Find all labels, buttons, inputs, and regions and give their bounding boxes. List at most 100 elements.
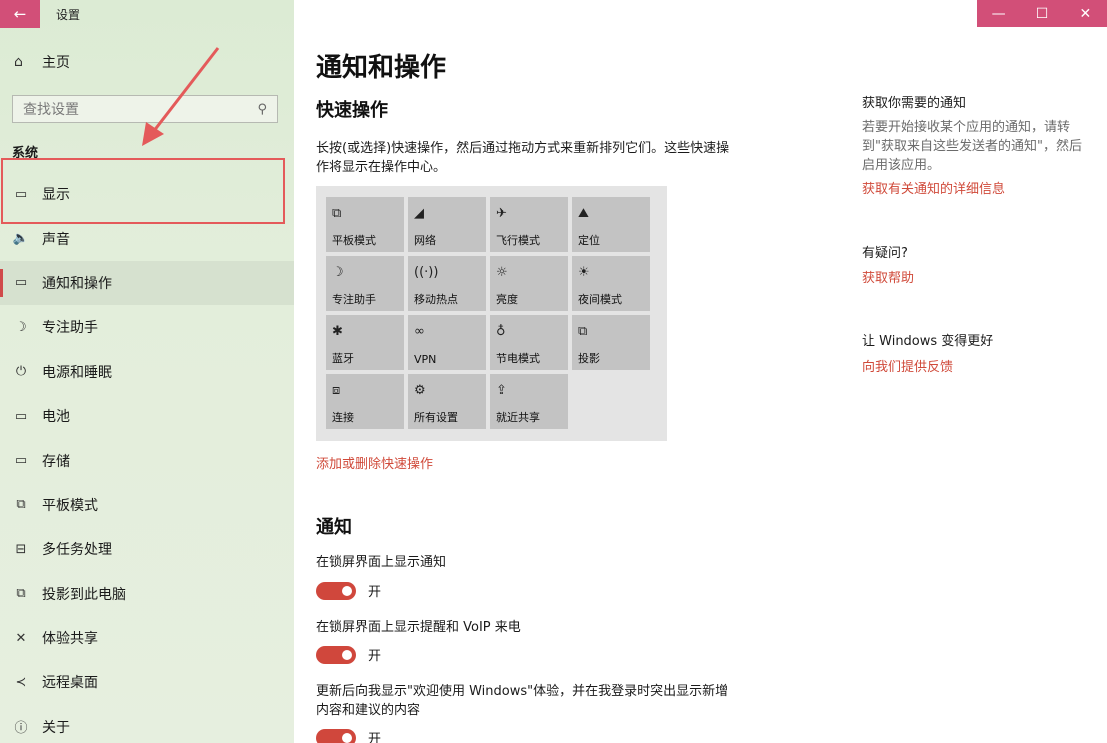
tile-label: 连接 — [332, 411, 354, 424]
close-button[interactable]: ✕ — [1064, 0, 1107, 27]
home-icon: ⌂ — [14, 54, 23, 70]
tablet-icon: ⧉ — [332, 206, 342, 221]
tile-battery-saver[interactable]: ♁ 节电模式 — [490, 315, 568, 370]
share-icon: ✕ — [15, 630, 27, 646]
sidebar-item-label: 关于 — [42, 719, 70, 736]
moon-icon: ☽ — [332, 265, 344, 280]
window-title: 设置 — [56, 7, 81, 22]
sidebar-item-tablet-mode[interactable]: ⧉ 平板模式 — [0, 483, 294, 527]
give-feedback-link[interactable]: 向我们提供反馈 — [862, 356, 953, 375]
gear-icon: ⚙ — [414, 383, 426, 398]
tile-label: 平板模式 — [332, 234, 376, 247]
moon-icon: ☽ — [15, 319, 27, 335]
notification-details-link[interactable]: 获取有关通知的详细信息 — [862, 178, 1005, 197]
tile-airplane-mode[interactable]: ✈ 飞行模式 — [490, 197, 568, 252]
night-light-icon: ☀ — [578, 265, 590, 280]
setting-label: 更新后向我显示"欢迎使用 Windows"体验，并在我登录时突出显示新增内容和建… — [316, 684, 729, 718]
page-title: 通知和操作 — [316, 53, 447, 83]
tile-label: 就近共享 — [496, 411, 540, 424]
tile-night-light[interactable]: ☀ 夜间模式 — [572, 256, 650, 311]
battery-icon: ▭ — [14, 408, 28, 424]
notifications-title: 通知 — [316, 517, 352, 538]
minimize-button[interactable]: — — [977, 0, 1020, 27]
sidebar-item-label: 通知和操作 — [42, 275, 112, 292]
tile-nearby-sharing[interactable]: ⇪ 就近共享 — [490, 374, 568, 429]
sidebar-item-multitasking[interactable]: ⊟ 多任务处理 — [0, 527, 294, 571]
tile-label: 蓝牙 — [332, 352, 354, 365]
sidebar-item-label: 声音 — [42, 231, 70, 248]
tile-brightness[interactable]: ☼ 亮度 — [490, 256, 568, 311]
battery-saver-icon: ♁ — [496, 324, 506, 339]
sidebar-item-battery[interactable]: ▭ 电池 — [0, 394, 294, 438]
tile-tablet-mode[interactable]: ⧉ 平板模式 — [326, 197, 404, 252]
lockscreen-reminders-toggle[interactable] — [316, 645, 356, 664]
storage-icon: ▭ — [14, 453, 28, 469]
sidebar-item-remote-desktop[interactable]: ≺ 远程桌面 — [0, 660, 294, 704]
brightness-icon: ☼ — [496, 265, 508, 280]
tile-all-settings[interactable]: ⚙ 所有设置 — [408, 374, 486, 429]
tile-connect[interactable]: ⧈ 连接 — [326, 374, 404, 429]
lockscreen-notifications-toggle[interactable] — [316, 581, 356, 600]
sidebar-item-notifications[interactable]: ▭ 通知和操作 — [0, 260, 294, 306]
sidebar-item-label: 专注助手 — [42, 320, 98, 337]
back-button[interactable]: ← — [0, 0, 40, 28]
sidebar-item-power-sleep[interactable]: ⏻ 电源和睡眠 — [0, 350, 294, 394]
sidebar-item-project-to-pc[interactable]: ⧉ 投影到此电脑 — [0, 572, 294, 616]
network-icon: ◢ — [414, 206, 424, 221]
sidebar-item-label: 多任务处理 — [42, 542, 112, 559]
window-controls: — ☐ ✕ — [977, 0, 1107, 27]
connect-icon: ⧈ — [332, 383, 341, 398]
quick-actions-title: 快速操作 — [316, 100, 388, 121]
titlebar: ← 设置 — [0, 0, 294, 28]
airplane-icon: ✈ — [496, 206, 507, 221]
tile-vpn[interactable]: ∞ VPN — [408, 315, 486, 370]
quick-actions-grid: ⧉ 平板模式 ◢ 网络 ✈ 飞行模式 ⛰ 定位 ☽ 专注助手 ((·)) 移动热点 ☼ 亮度 … — [316, 186, 667, 441]
vpn-icon: ∞ — [414, 324, 425, 339]
tile-bluetooth[interactable]: ✱ 蓝牙 — [326, 315, 404, 370]
tile-label: 夜间模式 — [578, 293, 622, 306]
toggle-row: 开 — [316, 728, 381, 743]
tile-label: 定位 — [578, 234, 600, 247]
message-icon: ▭ — [14, 275, 28, 291]
close-icon: ✕ — [1079, 5, 1092, 22]
hotspot-icon: ((·)) — [414, 265, 439, 280]
tablet-icon: ⧉ — [16, 497, 26, 513]
tile-label: 移动热点 — [414, 293, 458, 306]
sidebar-item-storage[interactable]: ▭ 存储 — [0, 438, 294, 482]
search-icon: ⚲ — [257, 101, 267, 117]
notify-help-title: 获取你需要的通知 — [862, 96, 967, 111]
sidebar-item-label: 远程桌面 — [42, 675, 98, 692]
annotation-arrow-icon — [142, 47, 220, 146]
maximize-button[interactable]: ☐ — [1020, 0, 1063, 27]
power-icon: ⏻ — [15, 364, 27, 380]
back-arrow-icon: ← — [13, 5, 27, 23]
toggle-state: 开 — [368, 585, 382, 600]
tile-focus-assist[interactable]: ☽ 专注助手 — [326, 256, 404, 311]
tile-location[interactable]: ⛰ 定位 — [572, 197, 650, 252]
tile-project[interactable]: ⧉ 投影 — [572, 315, 650, 370]
tile-label: VPN — [414, 353, 437, 366]
sidebar-item-label: 电源和睡眠 — [42, 364, 112, 381]
sidebar-item-focus-assist[interactable]: ☽ 专注助手 — [0, 305, 294, 349]
project-icon: ⧉ — [16, 586, 26, 602]
sidebar: ← 设置 ⌂ 主页 查找设置 ⚲ 系统 ▭ 显示 🔈 声音 ▭ 通知和操作 ☽ … — [0, 0, 294, 743]
setting-label: 在锁屏界面上显示提醒和 VoIP 来电 — [316, 620, 521, 635]
annotation-highlight-box — [1, 158, 285, 224]
get-help-link[interactable]: 获取帮助 — [862, 267, 914, 286]
tile-mobile-hotspot[interactable]: ((·)) 移动热点 — [408, 256, 486, 311]
toggle-state: 开 — [368, 732, 382, 743]
home-link[interactable]: ⌂ 主页 — [14, 52, 70, 72]
sidebar-item-about[interactable]: ⓘ 关于 — [0, 705, 294, 743]
tile-label: 亮度 — [496, 293, 518, 306]
sidebar-item-shared-experiences[interactable]: ✕ 体验共享 — [0, 616, 294, 660]
welcome-experience-toggle[interactable] — [316, 728, 356, 743]
add-remove-quick-actions-link[interactable]: 添加或删除快速操作 — [316, 453, 433, 472]
tile-label: 所有设置 — [414, 411, 458, 424]
sidebar-nav: ▭ 显示 🔈 声音 ▭ 通知和操作 ☽ 专注助手 ⏻ 电源和睡眠 ▭ 电池 ▭ … — [0, 172, 294, 743]
sidebar-item-label: 电池 — [42, 409, 70, 426]
tile-network[interactable]: ◢ 网络 — [408, 197, 486, 252]
tile-label: 投影 — [578, 352, 600, 365]
sidebar-item-label: 投影到此电脑 — [42, 586, 126, 603]
sidebar-item-label: 平板模式 — [42, 497, 98, 514]
minimize-icon: — — [991, 5, 1006, 22]
